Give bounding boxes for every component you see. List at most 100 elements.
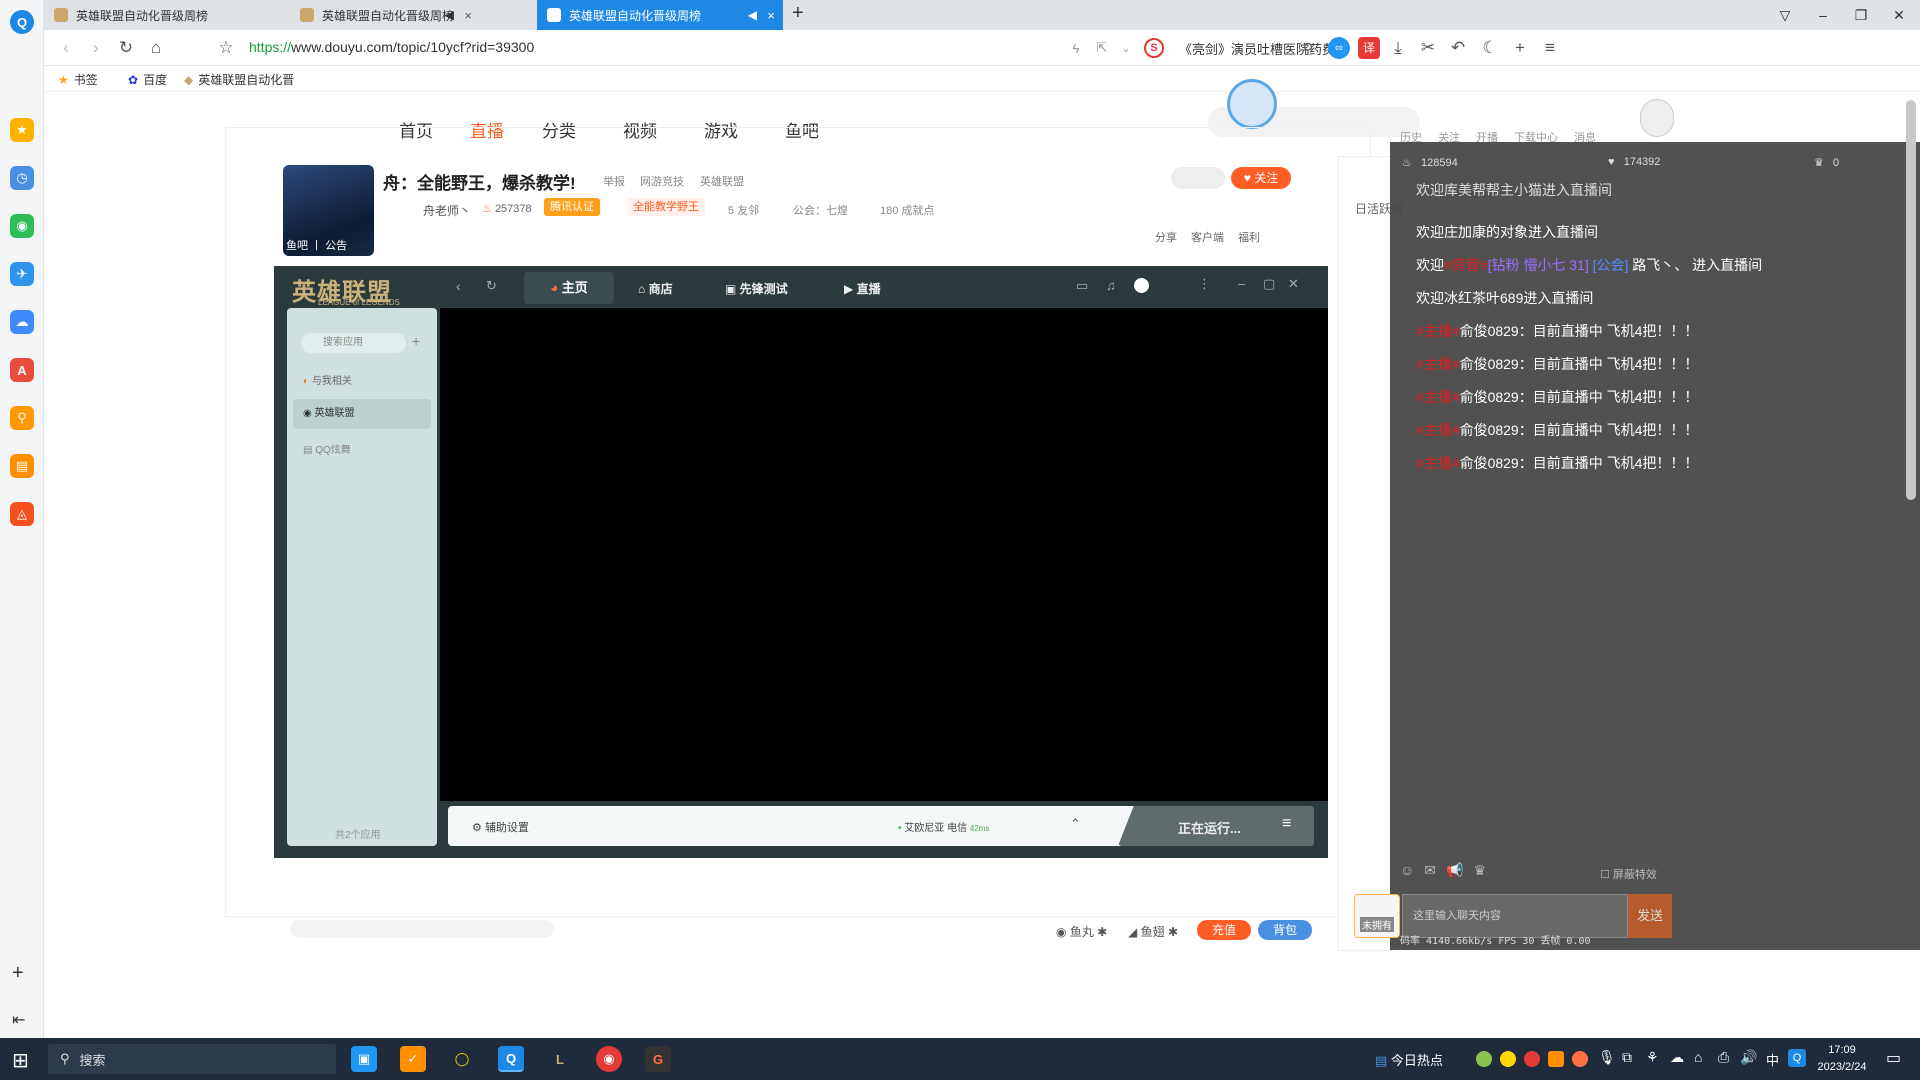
- tray-app-icon[interactable]: [1476, 1051, 1492, 1067]
- emoji-icon[interactable]: ☺: [1400, 862, 1414, 879]
- windows-start-icon[interactable]: ⊞: [12, 1048, 29, 1073]
- night-mode-icon[interactable]: ☾: [1478, 36, 1502, 60]
- backpack-button[interactable]: 背包: [1258, 920, 1312, 940]
- translate-icon[interactable]: 译: [1358, 37, 1380, 59]
- notification-icon[interactable]: ▭: [1886, 1048, 1901, 1068]
- follow-button[interactable]: ♥ 关注: [1231, 167, 1291, 189]
- tab-1[interactable]: 英雄联盟自动化晋级周榜: [44, 0, 290, 30]
- crown-icon[interactable]: ♛: [1473, 862, 1486, 879]
- lol-taskbar-icon[interactable]: L: [547, 1046, 573, 1072]
- bookmark-star-icon[interactable]: ☆: [214, 36, 238, 60]
- wechat-icon[interactable]: ◉: [10, 214, 34, 238]
- close-tab-icon[interactable]: ×: [464, 8, 472, 23]
- app-item-related[interactable]: ◐ 与我相关: [303, 372, 352, 387]
- notes-icon[interactable]: ▤: [10, 454, 34, 478]
- clock[interactable]: 17:09 2023/2/24: [1812, 1042, 1872, 1076]
- client-minimize-icon[interactable]: –: [1238, 276, 1245, 291]
- thumb-label[interactable]: 鱼吧 丨 公告: [286, 237, 347, 253]
- add-app-icon[interactable]: +: [412, 333, 420, 349]
- home-icon[interactable]: ⌂: [144, 36, 168, 60]
- task-view-icon[interactable]: ▣: [351, 1046, 377, 1072]
- bookmark-item[interactable]: ✿ 百度: [128, 71, 167, 88]
- star-icon[interactable]: ★: [10, 118, 34, 142]
- news-widget[interactable]: ▤ 今日热点: [1375, 1050, 1443, 1069]
- tab-list-icon[interactable]: ▽: [1766, 0, 1804, 30]
- close-tab-icon[interactable]: ×: [767, 8, 775, 23]
- forward-icon[interactable]: ›: [84, 36, 108, 60]
- plus-icon[interactable]: +: [1508, 36, 1532, 60]
- app-search-input[interactable]: 搜索应用: [301, 333, 406, 353]
- tray-icon[interactable]: ⚘: [1646, 1049, 1659, 1066]
- clock-icon[interactable]: ◷: [10, 166, 34, 190]
- friends-count[interactable]: 5 友邻: [728, 202, 759, 218]
- netease-music-icon[interactable]: ◉: [596, 1046, 622, 1072]
- megaphone-icon[interactable]: 📢: [1446, 862, 1463, 879]
- breadcrumb-1[interactable]: 网游竞技: [640, 173, 684, 189]
- achievements[interactable]: 180 成就点: [880, 202, 934, 218]
- refresh-icon[interactable]: ↻: [114, 36, 138, 60]
- chevron-up-icon[interactable]: ⌃: [1070, 816, 1081, 832]
- client-tab-live[interactable]: ▶ 直播: [844, 280, 881, 297]
- screenshot-icon[interactable]: ⧉: [1622, 1049, 1632, 1066]
- cloud-icon[interactable]: ☁: [10, 310, 34, 334]
- msg-user[interactable]: 俞俊0829: [1460, 323, 1519, 339]
- translate-icon[interactable]: ✈: [10, 262, 34, 286]
- breadcrumb-2[interactable]: 英雄联盟: [700, 173, 744, 189]
- guild-info[interactable]: 公会：七煌: [793, 202, 848, 218]
- gift-bar[interactable]: [290, 920, 554, 938]
- app-icon[interactable]: ◬: [10, 502, 34, 526]
- msg-user[interactable]: 路飞丶、: [1632, 257, 1688, 273]
- mail-icon[interactable]: ✉: [1424, 862, 1436, 879]
- search-box[interactable]: 《亮剑》演员吐槽医院药费: [1179, 39, 1349, 58]
- app-circle-icon[interactable]: ◯: [449, 1046, 475, 1072]
- ime-indicator[interactable]: 中: [1766, 1050, 1779, 1069]
- collapse-icon[interactable]: ⇤: [12, 1010, 25, 1030]
- network-icon[interactable]: ⌂: [1694, 1049, 1702, 1065]
- browser-logo-icon[interactable]: Q: [10, 10, 34, 34]
- client-button[interactable]: 客户端: [1191, 229, 1224, 245]
- fish-fin[interactable]: ◢ 鱼翅 ✱: [1128, 923, 1178, 940]
- cloud-icon[interactable]: ☁: [1670, 1049, 1684, 1066]
- msg-user[interactable]: 俞俊0829: [1460, 455, 1519, 471]
- app-g-icon[interactable]: G: [645, 1046, 671, 1072]
- qq-tray-icon[interactable]: Q: [1788, 1049, 1806, 1067]
- tray-app-icon[interactable]: [1500, 1051, 1516, 1067]
- mute-icon[interactable]: ◀: [445, 8, 454, 22]
- folder-icon[interactable]: ▭: [1076, 278, 1088, 294]
- share-button[interactable]: 分享: [1155, 229, 1177, 245]
- msg-user[interactable]: 冰红茶叶689: [1444, 290, 1523, 306]
- search-engine-icon[interactable]: S: [1144, 38, 1164, 58]
- tray-app-icon[interactable]: [1548, 1051, 1564, 1067]
- report-link[interactable]: 举报: [603, 173, 625, 189]
- user-avatar[interactable]: [1640, 99, 1674, 137]
- bookmark-item[interactable]: ★ 书签: [58, 71, 98, 88]
- bookmark-item[interactable]: ◆ 英雄联盟自动化晋: [184, 71, 294, 88]
- undo-icon[interactable]: ↶: [1446, 36, 1470, 60]
- taskbar-search[interactable]: ⚲ 搜索: [48, 1044, 336, 1074]
- search-app-icon[interactable]: ⚲: [10, 406, 34, 430]
- welfare-button[interactable]: 福利: [1238, 229, 1260, 245]
- lightning-icon[interactable]: ϟ: [1064, 36, 1088, 60]
- client-tab-home[interactable]: ◕ 主页: [524, 272, 614, 304]
- app-item-qqdance[interactable]: ▤ QQ炫舞: [303, 441, 351, 456]
- client-back-icon[interactable]: ‹: [456, 278, 461, 294]
- add-app-icon[interactable]: +: [12, 962, 24, 985]
- close-window-icon[interactable]: ✕: [1880, 0, 1918, 30]
- tab-3-active[interactable]: 英雄联盟自动化晋级周榜 ◀ ×: [537, 0, 783, 30]
- client-tab-store[interactable]: ⌂ 商店: [638, 280, 673, 297]
- msg-user[interactable]: 俞俊0829: [1460, 389, 1519, 405]
- qq-avatar[interactable]: [1134, 278, 1149, 293]
- client-refresh-icon[interactable]: ↻: [486, 278, 497, 294]
- server-info[interactable]: • 艾欧尼亚 电信 42ms: [898, 819, 989, 834]
- msg-user[interactable]: 俞俊0829: [1460, 356, 1519, 372]
- app-orange-icon[interactable]: ✓: [400, 1046, 426, 1072]
- shield-effects-checkbox[interactable]: ☐ 屏蔽特效: [1600, 866, 1657, 882]
- tab-2[interactable]: 英雄联盟自动化晋级周榜 ◀ ×: [290, 0, 480, 30]
- printer-icon[interactable]: ⎙: [1718, 1049, 1729, 1066]
- client-maximize-icon[interactable]: ▢: [1263, 276, 1275, 292]
- volume-icon[interactable]: 🔊: [1740, 1049, 1757, 1066]
- page-scrollbar[interactable]: [1906, 100, 1916, 500]
- menu-icon[interactable]: ≡: [1538, 36, 1562, 60]
- client-menu-icon[interactable]: ⋮: [1198, 276, 1211, 292]
- scissors-icon[interactable]: ✂: [1416, 36, 1440, 60]
